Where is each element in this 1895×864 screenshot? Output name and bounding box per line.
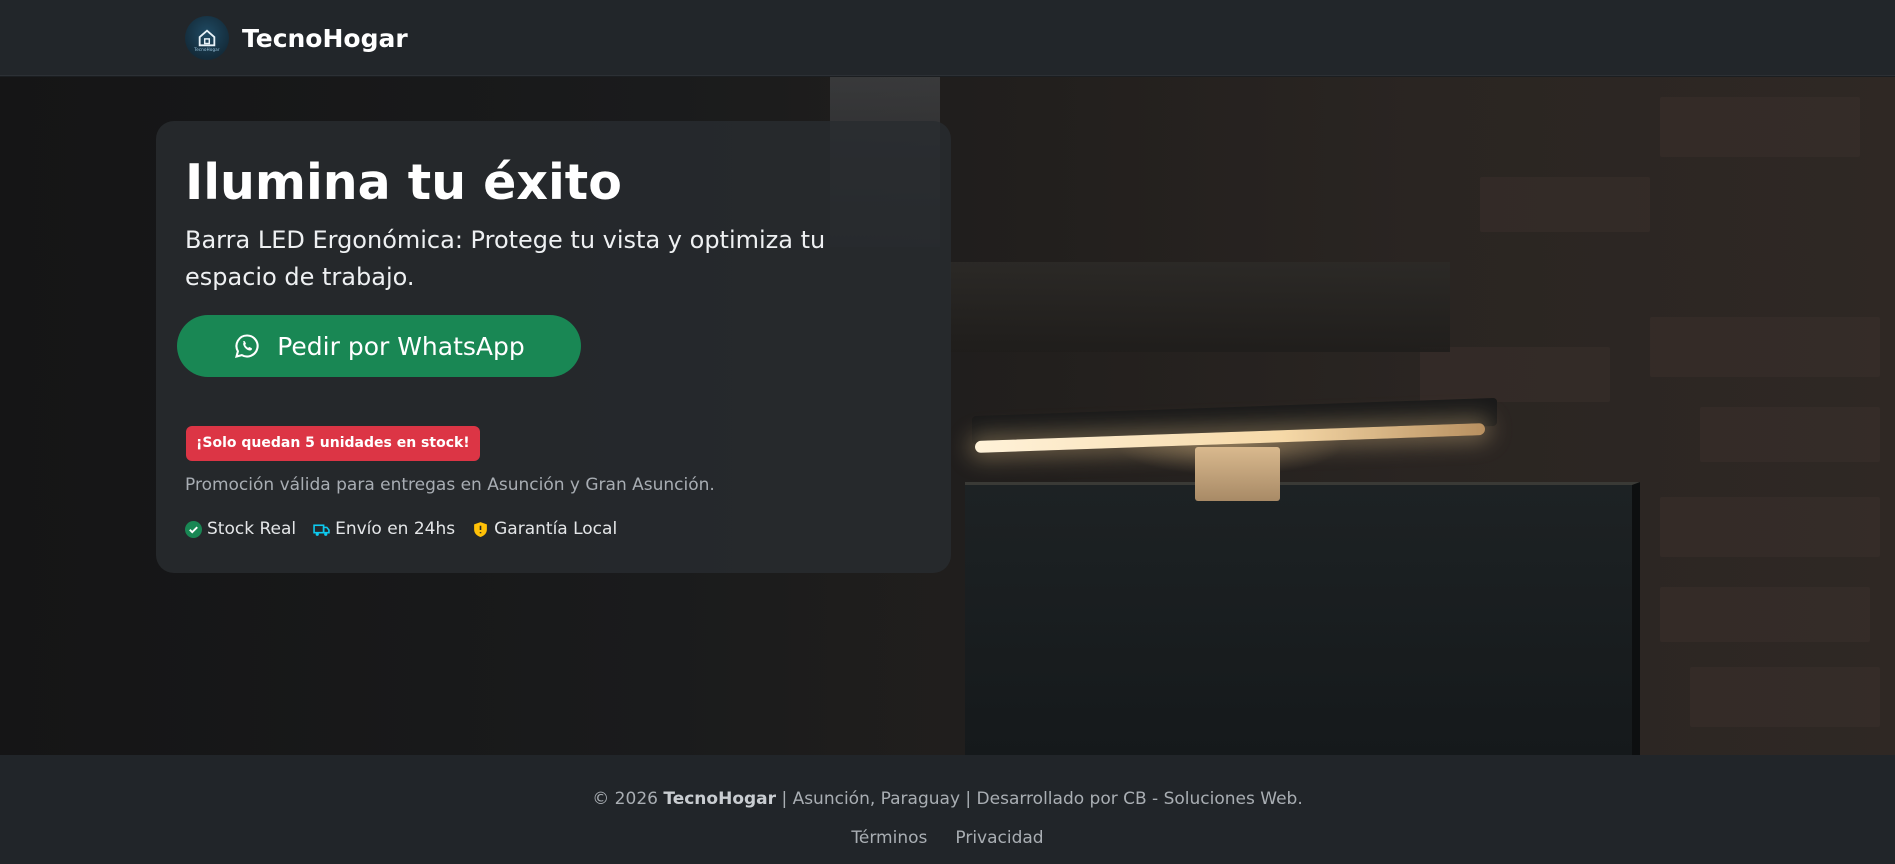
navbar: TecnoHogar TecnoHogar — [0, 0, 1895, 76]
background-brick — [1660, 587, 1870, 642]
truck-icon — [313, 523, 330, 536]
background-brick — [1420, 347, 1610, 402]
background-monitor — [965, 482, 1640, 755]
lamp-clip — [1195, 447, 1280, 501]
feature-label: Stock Real — [207, 519, 297, 539]
promo-text: Promoción válida para entregas en Asunci… — [185, 475, 715, 495]
background-shelf — [950, 262, 1450, 352]
features-list: Stock Real Envío en 24hs Garantía Local — [185, 519, 634, 539]
brand-name: TecnoHogar — [242, 23, 408, 53]
footer-copyright: © 2026 TecnoHogar | Asunción, Paraguay |… — [0, 788, 1895, 810]
whatsapp-icon — [235, 334, 259, 358]
house-icon — [198, 29, 216, 47]
privacy-link[interactable]: Privacidad — [955, 827, 1043, 849]
background-brick — [1700, 407, 1880, 462]
brand-link[interactable]: TecnoHogar TecnoHogar — [185, 16, 408, 60]
shield-icon — [474, 521, 487, 537]
brand-logo: TecnoHogar — [185, 16, 229, 60]
feature-label: Garantía Local — [494, 519, 618, 539]
background-brick — [1660, 497, 1880, 557]
background-brick — [1690, 667, 1880, 727]
stock-badge: ¡Solo quedan 5 unidades en stock! — [186, 426, 480, 461]
terms-link[interactable]: Términos — [851, 827, 927, 849]
whatsapp-order-button[interactable]: Pedir por WhatsApp — [177, 315, 581, 377]
copyright-prefix: © 2026 — [592, 789, 658, 809]
hero-subtitle: Barra LED Ergonómica: Protege tu vista y… — [185, 226, 826, 291]
footer-links: Términos Privacidad — [0, 827, 1895, 849]
feature-warranty: Garantía Local — [472, 519, 617, 539]
hero-title: Ilumina tu éxito — [185, 154, 622, 211]
check-circle-icon — [185, 520, 202, 538]
background-brick — [1480, 177, 1650, 232]
background-brick — [1650, 317, 1880, 377]
feature-shipping: Envío en 24hs — [313, 519, 455, 539]
footer: © 2026 TecnoHogar | Asunción, Paraguay |… — [0, 755, 1895, 864]
feature-label: Envío en 24hs — [335, 519, 456, 539]
footer-brand: TecnoHogar — [663, 789, 777, 809]
copyright-suffix: | Asunción, Paraguay | Desarrollado por … — [781, 789, 1303, 809]
feature-stock: Stock Real — [185, 519, 296, 539]
logo-text: TecnoHogar — [194, 47, 220, 52]
whatsapp-button-label: Pedir por WhatsApp — [277, 331, 525, 361]
background-brick — [1660, 97, 1860, 157]
